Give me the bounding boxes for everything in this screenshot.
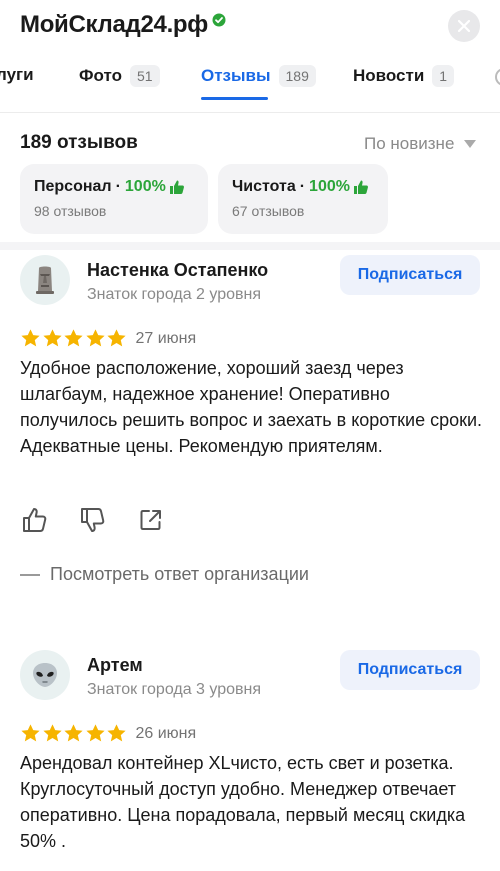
thumbs-up-icon [169, 180, 184, 194]
separator-dot: · [299, 178, 306, 195]
tab-label: Фото [79, 66, 122, 85]
author-level: Знаток города 2 уровня [87, 286, 262, 303]
rating-stars: 27 июня [20, 328, 196, 349]
review-author[interactable]: Настенка Остапенко [87, 260, 268, 281]
category-card-cleanliness[interactable]: Чистота · 100% 67 отзывов [218, 164, 388, 234]
author-level: Знаток города 3 уровня [87, 681, 262, 698]
star-icon [64, 329, 83, 347]
tab-bar: луги Фото 51 Отзывы 189 Новости 1 [0, 56, 500, 104]
thumbs-up-icon [23, 508, 47, 532]
review-card: Артем Знаток города 3 уровня Подписаться… [0, 645, 500, 871]
category-percent: 100% [124, 178, 166, 195]
next-tab-icon[interactable] [495, 68, 500, 86]
sort-label: По новизне [364, 134, 455, 153]
tab-label: Отзывы [201, 66, 271, 85]
review-date: 27 июня [135, 329, 197, 347]
tab-count: 1 [432, 65, 455, 87]
review-text: Арендовал контейнер XLчисто, есть свет и… [20, 753, 466, 851]
review-date: 26 июня [135, 724, 197, 742]
review-actions [20, 505, 194, 535]
reviews-count: 189 отзывов [20, 132, 138, 153]
sort-dropdown[interactable]: По новизне [364, 134, 477, 154]
category-reviews: 98 отзывов [34, 203, 107, 219]
category-title: Чистота · 100% [232, 178, 374, 196]
alien-icon [33, 663, 57, 687]
chevron-down-icon [464, 140, 477, 148]
category-reviews: 67 отзывов [232, 203, 305, 219]
page-title: МойСклад24.рф [20, 11, 226, 39]
tab-reviews[interactable]: Отзывы 189 [201, 65, 316, 87]
separator-dot: · [115, 178, 121, 195]
divider [0, 112, 500, 113]
subscribe-button[interactable]: Подписаться [340, 255, 480, 295]
org-name: МойСклад24.рф [20, 11, 208, 38]
rating-stars: 26 июня [20, 723, 196, 744]
thumbs-up-icon [353, 180, 368, 194]
close-button[interactable] [448, 10, 480, 42]
star-icon [85, 724, 105, 742]
review-card: Настенка Остапенко Знаток города 2 уровн… [0, 250, 500, 620]
org-reply-label: Посмотреть ответ организации [50, 564, 309, 584]
star-icon [42, 329, 62, 347]
star-icon [107, 329, 126, 347]
share-icon [140, 510, 161, 530]
star-icon [85, 329, 105, 347]
star-icon [42, 724, 62, 742]
active-tab-indicator [201, 97, 268, 100]
tab-photos[interactable]: Фото 51 [79, 65, 160, 87]
tab-services[interactable]: луги [0, 65, 34, 85]
verified-icon [212, 13, 226, 27]
star-icon [107, 724, 126, 742]
share-button[interactable] [136, 505, 166, 535]
section-separator [0, 242, 500, 250]
star-icon [21, 724, 40, 742]
review-author[interactable]: Артем [87, 655, 143, 676]
tab-label: Новости [353, 66, 425, 85]
subscribe-button[interactable]: Подписаться [340, 650, 480, 690]
header: МойСклад24.рф [0, 0, 500, 56]
review-text: Удобное расположение, хороший заезд чере… [20, 358, 483, 456]
close-icon [458, 20, 470, 32]
tab-count: 51 [129, 65, 160, 87]
avatar[interactable] [20, 650, 70, 700]
like-button[interactable] [20, 505, 50, 535]
tab-news[interactable]: Новости 1 [353, 65, 455, 87]
tab-count: 189 [278, 65, 316, 87]
moai-icon [36, 266, 54, 294]
dash-icon [20, 573, 40, 576]
category-percent: 100% [309, 178, 350, 195]
org-reply-link[interactable]: Посмотреть ответ организации [20, 564, 309, 585]
category-title: Персонал · 100% [34, 178, 194, 196]
thumbs-down-icon [81, 508, 105, 532]
category-name: Чистота [232, 178, 296, 195]
dislike-button[interactable] [78, 505, 108, 535]
star-icon [21, 329, 40, 347]
avatar[interactable] [20, 255, 70, 305]
tab-label: луги [0, 65, 34, 84]
category-card-staff[interactable]: Персонал · 100% 98 отзывов [20, 164, 208, 234]
category-name: Персонал [34, 178, 112, 195]
star-icon [64, 724, 83, 742]
